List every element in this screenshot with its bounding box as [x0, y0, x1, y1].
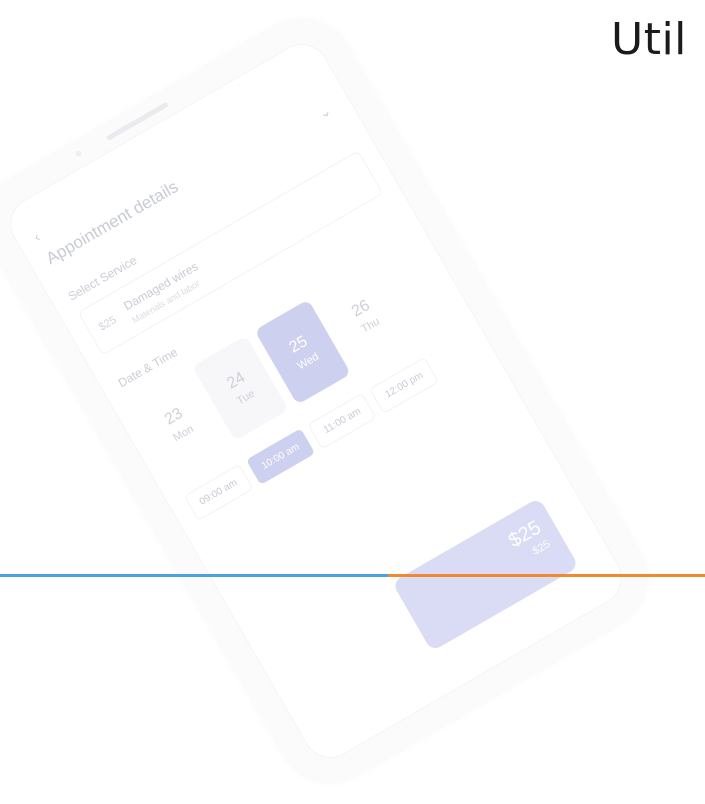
phone-screen: ‹ Appointment details ⌄ Select Service $…: [0, 34, 632, 768]
front-camera: [74, 149, 83, 158]
service-price: $25: [96, 314, 119, 334]
page-heading: Util: [611, 14, 687, 65]
date-weekday: Thu: [359, 315, 382, 336]
date-weekday: Tue: [234, 387, 257, 408]
phone-mockup: ‹ Appointment details ⌄ Select Service $…: [0, 0, 668, 804]
time-option[interactable]: 12:00 pm: [369, 356, 440, 414]
time-option-selected[interactable]: 10:00 am: [245, 428, 316, 486]
time-option[interactable]: 11:00 am: [307, 392, 377, 450]
time-option[interactable]: 09:00 am: [183, 464, 254, 521]
